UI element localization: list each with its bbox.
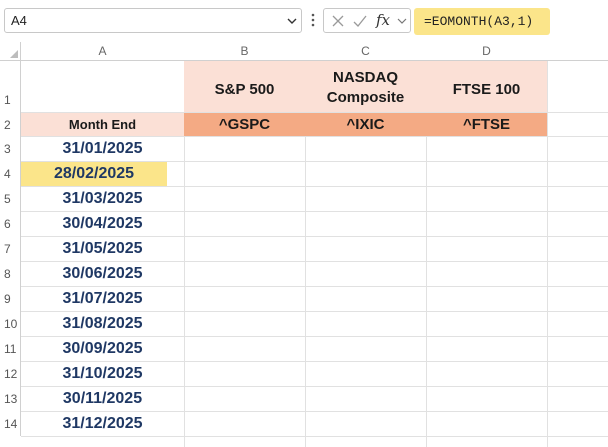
cell-d2[interactable]: ^FTSE <box>426 113 547 136</box>
row-header-10[interactable]: 10 <box>0 311 21 336</box>
cell-a9[interactable]: 31/07/2025 <box>21 287 184 311</box>
cell-c1-line2: Composite <box>326 88 405 106</box>
row-header-6[interactable]: 6 <box>0 211 21 236</box>
cell-a12[interactable]: 31/10/2025 <box>21 362 184 386</box>
cell-a3[interactable]: 31/01/2025 <box>21 137 184 161</box>
row-header-7[interactable]: 7 <box>0 236 21 261</box>
cell-a8[interactable]: 30/06/2025 <box>21 262 184 286</box>
cell-b2[interactable]: ^GSPC <box>184 113 305 136</box>
formula-input[interactable]: =EOMONTH(A3,1) <box>414 8 550 35</box>
cell-c1[interactable]: NASDAQ Composite <box>305 61 426 112</box>
chevron-down-icon[interactable] <box>287 15 297 27</box>
cell-a11[interactable]: 30/09/2025 <box>21 337 184 361</box>
column-header-d[interactable]: D <box>426 42 547 61</box>
row-header-1[interactable]: 1 <box>0 61 21 112</box>
cell-a13[interactable]: 30/11/2025 <box>21 387 184 411</box>
insert-function-icon[interactable]: fx <box>376 11 390 29</box>
column-header-c[interactable]: C <box>305 42 426 61</box>
formula-controls: fx <box>323 8 411 33</box>
spreadsheet-grid: A B C D 1 2 3 4 5 6 7 8 9 10 11 12 13 14… <box>0 42 608 447</box>
cell-a10[interactable]: 31/08/2025 <box>21 312 184 336</box>
cell-b1[interactable]: S&P 500 <box>184 61 305 112</box>
fx-chevron-icon[interactable] <box>397 16 407 26</box>
cell-a4-selected[interactable]: 28/02/2025 <box>21 162 167 186</box>
more-options-icon[interactable] <box>310 11 316 29</box>
column-header-b[interactable]: B <box>184 42 305 61</box>
formula-text: =EOMONTH(A3,1) <box>424 14 534 29</box>
formula-bar: A4 fx =EOMONTH(A3,1) <box>0 0 608 42</box>
cell-a5[interactable]: 31/03/2025 <box>21 187 184 211</box>
cell-a6[interactable]: 30/04/2025 <box>21 212 184 236</box>
cell-a14[interactable]: 31/12/2025 <box>21 412 184 436</box>
enter-check-icon[interactable] <box>352 13 368 29</box>
row-header-8[interactable]: 8 <box>0 261 21 286</box>
name-box-value: A4 <box>11 13 27 28</box>
row-header-12[interactable]: 12 <box>0 361 21 386</box>
column-header-a[interactable]: A <box>21 42 184 61</box>
cancel-icon[interactable] <box>330 13 346 29</box>
row-header-3[interactable]: 3 <box>0 136 21 161</box>
cell-c2[interactable]: ^IXIC <box>305 113 426 136</box>
row-header-11[interactable]: 11 <box>0 336 21 361</box>
cell-a2[interactable]: Month End <box>21 113 184 136</box>
row-header-2[interactable]: 2 <box>0 112 21 136</box>
cell-a7[interactable]: 31/05/2025 <box>21 237 184 261</box>
cell-d1[interactable]: FTSE 100 <box>426 61 547 112</box>
row-header-5[interactable]: 5 <box>0 186 21 211</box>
select-all-button[interactable] <box>0 42 21 61</box>
column-header-e[interactable] <box>547 42 608 61</box>
row-header-14[interactable]: 14 <box>0 411 21 436</box>
name-box[interactable]: A4 <box>4 8 302 33</box>
row-header-4[interactable]: 4 <box>0 161 21 186</box>
row-header-13[interactable]: 13 <box>0 386 21 411</box>
cell-c1-line1: NASDAQ <box>332 68 398 86</box>
row-header-9[interactable]: 9 <box>0 286 21 311</box>
